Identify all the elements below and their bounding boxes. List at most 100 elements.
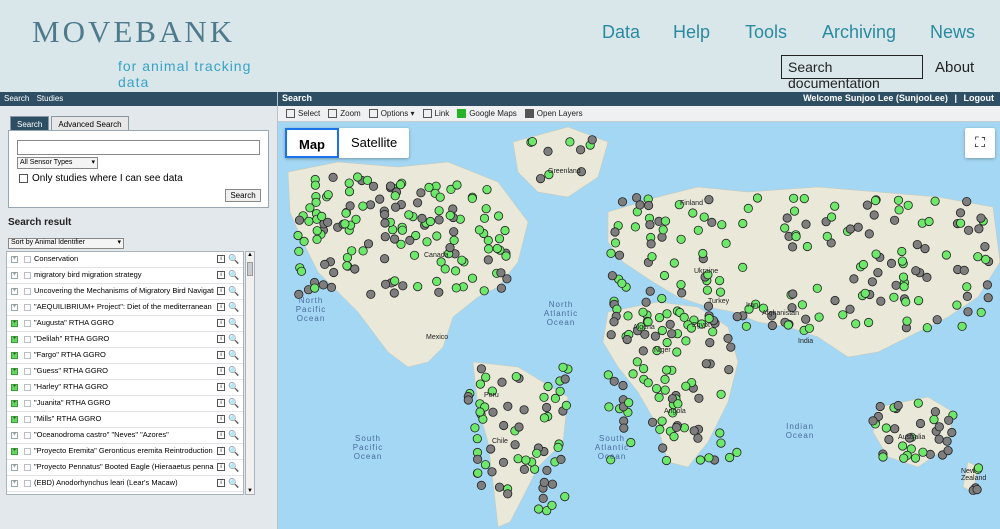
search-icon[interactable]: 🔍 <box>228 398 239 409</box>
map-pin[interactable] <box>864 229 874 239</box>
only-visible-checkbox[interactable]: Only studies where I can see data <box>19 173 183 184</box>
map-pin[interactable] <box>510 440 520 450</box>
map-pin[interactable] <box>662 337 672 348</box>
map-pin[interactable] <box>326 282 337 292</box>
map-pin[interactable] <box>669 258 679 268</box>
map-pin[interactable] <box>849 274 859 284</box>
result-row[interactable]: + "Proyecto Eremita" Geronticus eremita R… <box>7 444 243 460</box>
map-pin[interactable] <box>660 216 671 226</box>
map-pin[interactable] <box>889 215 900 225</box>
map-pin[interactable] <box>657 325 667 336</box>
map-pin[interactable] <box>976 213 986 223</box>
map-pin[interactable] <box>665 319 675 329</box>
map-pin[interactable] <box>467 273 478 283</box>
result-checkbox[interactable] <box>24 256 31 263</box>
result-row[interactable]: + "Oceanodroma castro" "Neves" "Azores" i 🔍 <box>7 428 243 444</box>
result-row[interactable]: + (EBD) Anodorhynchus leari (Lear's Macaw… <box>7 476 243 492</box>
map-pin[interactable] <box>783 320 793 330</box>
map-pin[interactable] <box>452 180 462 190</box>
info-icon[interactable]: i <box>217 479 225 487</box>
map-pin[interactable] <box>488 407 498 417</box>
map-pin[interactable] <box>380 254 390 264</box>
map-pin[interactable] <box>707 217 717 228</box>
map-pin[interactable] <box>858 259 869 270</box>
map-pin[interactable] <box>973 252 983 262</box>
result-row[interactable]: + Conservation i 🔍 <box>7 252 243 268</box>
map-pin[interactable] <box>565 137 575 147</box>
result-name[interactable]: "Proyecto Pennatus" Booted Eagle (Hieraa… <box>34 462 214 471</box>
map-pin[interactable] <box>672 347 682 357</box>
map-pin[interactable] <box>397 225 408 235</box>
map-pin[interactable] <box>638 346 648 356</box>
map-pin[interactable] <box>623 311 633 321</box>
map-pin[interactable] <box>934 434 944 444</box>
map-pin[interactable] <box>487 467 497 477</box>
map-pin[interactable] <box>622 334 632 345</box>
result-row[interactable]: + "Juanita" RTHA GGRO i 🔍 <box>7 396 243 412</box>
map-pin[interactable] <box>449 227 459 237</box>
map-pin[interactable] <box>890 424 900 434</box>
map-pin[interactable] <box>380 218 390 228</box>
map-pin[interactable] <box>457 255 467 265</box>
map-pin[interactable] <box>911 266 921 276</box>
map-pin[interactable] <box>860 288 870 298</box>
map-pin[interactable] <box>398 281 408 291</box>
map-pin[interactable] <box>473 454 483 464</box>
map-pin[interactable] <box>494 211 504 221</box>
map-pin[interactable] <box>350 264 360 274</box>
map-pin[interactable] <box>312 234 322 245</box>
result-row[interactable]: + "Harley" RTHA GGRO i 🔍 <box>7 380 243 396</box>
map-pin[interactable] <box>732 312 742 322</box>
map-pin[interactable] <box>869 210 879 220</box>
expand-icon[interactable]: + <box>11 256 18 263</box>
map-pin[interactable] <box>838 310 848 320</box>
map-pin[interactable] <box>539 392 549 402</box>
map-pin[interactable] <box>513 454 523 464</box>
result-checkbox[interactable] <box>24 304 31 311</box>
map-pin[interactable] <box>514 422 524 432</box>
map-pin[interactable] <box>688 208 698 218</box>
search-icon[interactable]: 🔍 <box>228 318 239 329</box>
map-pin[interactable] <box>541 402 552 413</box>
map-pin[interactable] <box>494 482 505 492</box>
info-icon[interactable]: i <box>217 271 225 279</box>
zoom-tool[interactable]: Zoom <box>328 109 361 118</box>
map-pin[interactable] <box>717 220 727 230</box>
map-pin[interactable] <box>363 239 374 249</box>
map-pin[interactable] <box>632 357 642 367</box>
map-pin[interactable] <box>538 493 548 503</box>
result-row[interactable]: + migratory bird migration strategy i 🔍 <box>7 268 243 284</box>
map-pin[interactable] <box>449 235 459 245</box>
map-pin[interactable] <box>296 266 307 276</box>
map-pin[interactable] <box>618 380 628 391</box>
map-pin[interactable] <box>929 414 939 425</box>
map-pin[interactable] <box>483 255 493 265</box>
map-pin[interactable] <box>876 296 886 306</box>
result-name[interactable]: "Harley" RTHA GGRO <box>34 382 214 391</box>
map-pin[interactable] <box>474 225 484 235</box>
map-pin[interactable] <box>555 386 565 396</box>
map-pin[interactable] <box>942 436 952 446</box>
map-pin[interactable] <box>915 418 926 429</box>
search-button[interactable]: Search <box>225 189 261 202</box>
select-tool[interactable]: Select <box>286 109 320 118</box>
result-row[interactable]: + "Mills" RTHA GGRO i 🔍 <box>7 412 243 428</box>
map-pin[interactable] <box>851 319 861 329</box>
map-pin[interactable] <box>521 455 531 465</box>
map-pin[interactable] <box>699 212 709 222</box>
map-pin[interactable] <box>767 320 777 331</box>
map-pin[interactable] <box>451 266 461 276</box>
map-pin[interactable] <box>661 455 672 466</box>
nav-tools[interactable]: Tools <box>745 22 787 43</box>
map-pin[interactable] <box>320 259 330 269</box>
scroll-up-icon[interactable]: ▲ <box>247 252 253 258</box>
map-pin[interactable] <box>878 452 888 462</box>
map-pin[interactable] <box>738 262 748 272</box>
map-pin[interactable] <box>558 362 568 372</box>
scroll-down-icon[interactable]: ▼ <box>247 488 253 494</box>
result-checkbox[interactable] <box>24 320 31 327</box>
map-pin[interactable] <box>481 204 491 214</box>
map-pin[interactable] <box>539 477 549 487</box>
map-pin[interactable] <box>654 392 664 402</box>
link-tool[interactable]: Link <box>422 109 449 118</box>
